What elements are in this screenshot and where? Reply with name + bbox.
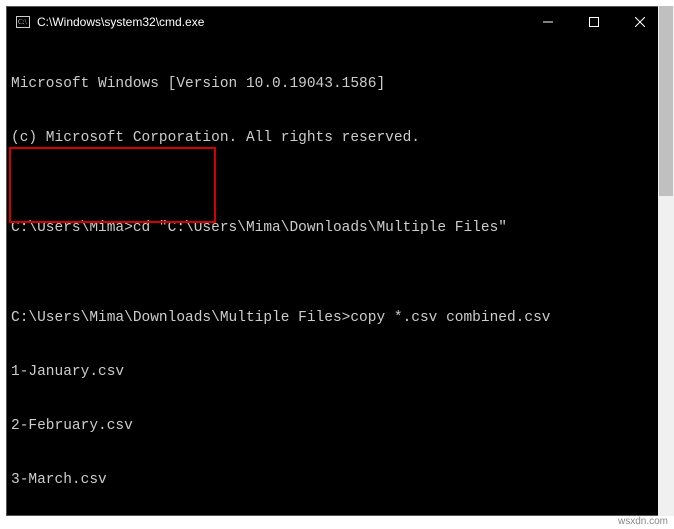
annotation-highlight (9, 147, 216, 223)
close-button[interactable] (617, 7, 663, 37)
minimize-button[interactable] (525, 7, 571, 37)
page-scrollbar[interactable] (658, 6, 674, 516)
titlebar[interactable]: C:\ C:\Windows\system32\cmd.exe (7, 7, 663, 37)
output-line: C:\Users\Mima\Downloads\Multiple Files>c… (11, 309, 659, 327)
maximize-button[interactable] (571, 7, 617, 37)
output-line: 2-February.csv (11, 417, 659, 435)
svg-text:C:\: C:\ (18, 18, 27, 26)
terminal-output[interactable]: Microsoft Windows [Version 10.0.19043.15… (7, 37, 663, 515)
cmd-window: C:\ C:\Windows\system32\cmd.exe Microsof… (6, 6, 664, 516)
output-line: Microsoft Windows [Version 10.0.19043.15… (11, 75, 659, 93)
output-line: C:\Users\Mima>cd "C:\Users\Mima\Download… (11, 219, 659, 237)
output-line: 3-March.csv (11, 471, 659, 489)
window-title: C:\Windows\system32\cmd.exe (37, 15, 204, 29)
cmd-icon: C:\ (15, 14, 31, 30)
watermark: wsxdn.com (618, 516, 668, 527)
scrollbar-thumb[interactable] (659, 6, 673, 196)
output-line: 1-January.csv (11, 363, 659, 381)
output-line: (c) Microsoft Corporation. All rights re… (11, 129, 659, 147)
